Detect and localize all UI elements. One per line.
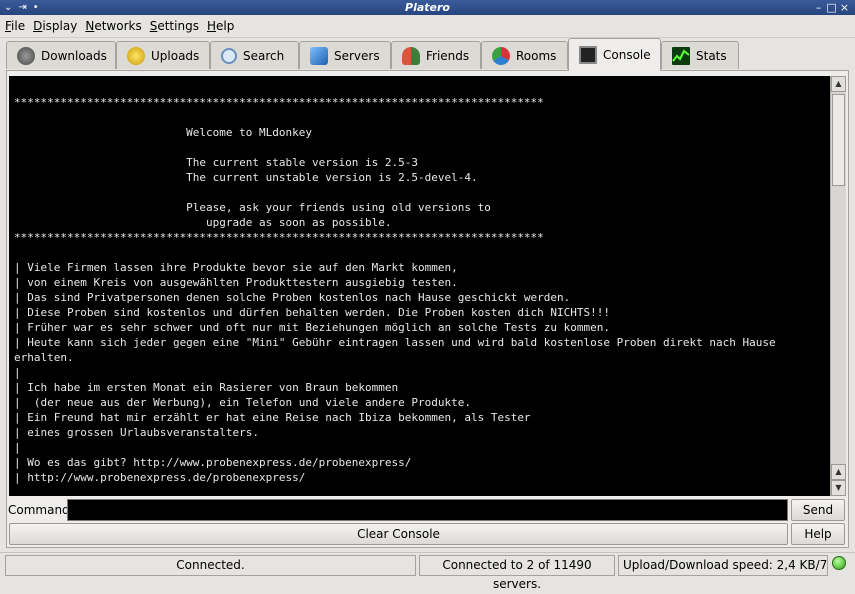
tab-servers[interactable]: Servers	[299, 41, 391, 69]
window-title: Platero	[405, 1, 450, 14]
tab-rooms[interactable]: Rooms	[481, 41, 568, 69]
console-scrollbar[interactable]: ▲ ▲ ▼	[830, 76, 846, 496]
downloads-icon	[17, 46, 35, 65]
connection-status: Connected.	[5, 555, 416, 576]
menu-file[interactable]: File	[0, 15, 28, 37]
tab-downloads[interactable]: Downloads	[6, 41, 116, 69]
menu-display[interactable]: Display	[28, 15, 80, 37]
command-label: Command:	[8, 503, 74, 517]
tab-search[interactable]: Search	[210, 41, 299, 69]
scrollbar-thumb[interactable]	[832, 94, 845, 186]
clear-console-button[interactable]: Clear Console	[9, 523, 788, 545]
connection-led-icon	[832, 556, 846, 570]
minimize-icon[interactable]: –	[812, 0, 825, 15]
tab-console[interactable]: Console	[568, 38, 661, 71]
friends-icon	[402, 46, 420, 65]
tab-stats[interactable]: Stats	[661, 41, 739, 69]
servers-status: Connected to 2 of 11490 servers.	[419, 555, 615, 591]
title-bar: ⌄⇥• Platero – □ ×	[0, 0, 855, 15]
servers-icon	[310, 46, 328, 65]
menu-settings[interactable]: Settings	[145, 15, 202, 37]
stats-icon	[672, 46, 690, 65]
uploads-icon	[127, 46, 145, 65]
menu-networks[interactable]: Networks	[80, 15, 144, 37]
send-button[interactable]: Send	[791, 499, 845, 521]
scroll-up-icon[interactable]: ▲	[831, 76, 846, 92]
command-input[interactable]	[67, 499, 788, 521]
close-icon[interactable]: ×	[838, 0, 851, 15]
console-output[interactable]: ****************************************…	[9, 76, 830, 496]
scroll-up-bottom-icon[interactable]: ▲	[831, 464, 846, 480]
scroll-down-icon[interactable]: ▼	[831, 480, 846, 496]
console-icon	[579, 46, 597, 64]
speed-status: Upload/Download speed: 2,4 KB/7 B	[618, 555, 828, 576]
help-button[interactable]: Help	[791, 523, 845, 545]
tab-uploads[interactable]: Uploads	[116, 41, 210, 69]
menu-bar: File Display Networks Settings Help	[0, 15, 855, 38]
status-bar: Connected. Connected to 2 of 11490 serve…	[0, 552, 855, 591]
tab-friends[interactable]: Friends	[391, 41, 481, 69]
menu-help[interactable]: Help	[202, 15, 237, 37]
rooms-icon	[492, 46, 510, 65]
maximize-icon[interactable]: □	[825, 0, 838, 15]
console-text: ****************************************…	[14, 96, 776, 484]
search-icon	[221, 47, 237, 64]
